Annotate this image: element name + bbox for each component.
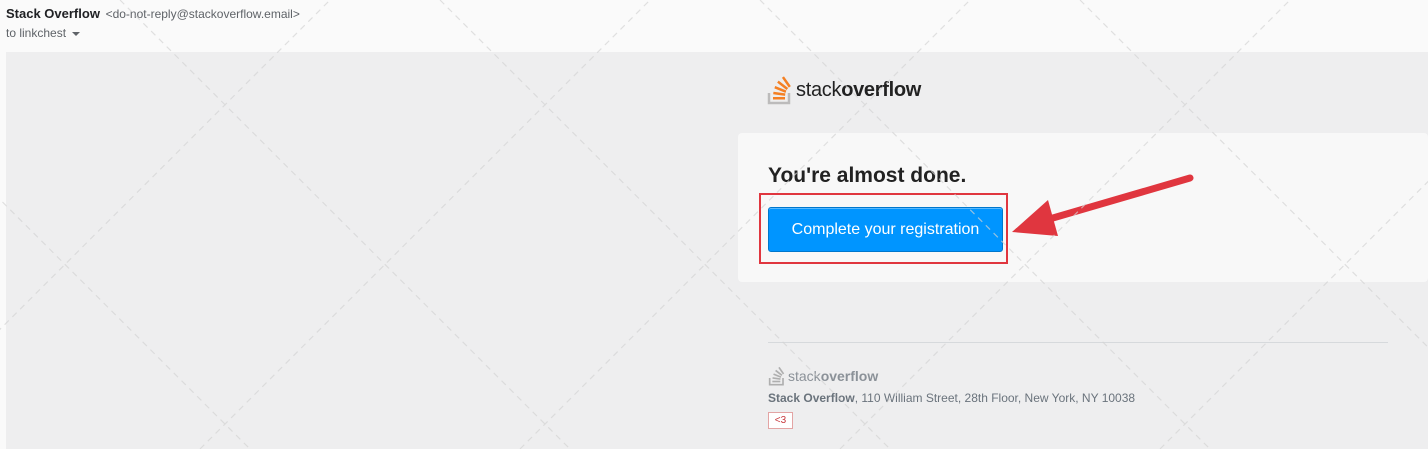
sender-email: <do-not-reply@stackoverflow.email> [105, 7, 300, 21]
footer-stackoverflow-logo-icon [768, 366, 785, 386]
sender-name: Stack Overflow [6, 6, 100, 21]
heart-link[interactable]: <3 [768, 412, 793, 429]
footer-logo: stackoverflow [768, 366, 878, 386]
recipient-details[interactable]: to linkchest [6, 26, 81, 40]
footer-logo-text: stackoverflow [788, 368, 878, 384]
footer-address-text: , 110 William Street, 28th Floor, New Yo… [854, 391, 1136, 405]
stackoverflow-logo: stackoverflow [767, 75, 921, 105]
footer-logo-text-light: stack [788, 368, 821, 384]
stackoverflow-logo-icon [767, 76, 791, 105]
logo-text-light: stack [796, 78, 842, 101]
recipient-label: to linkchest [6, 26, 67, 40]
footer-divider [768, 342, 1388, 343]
complete-registration-button[interactable]: Complete your registration [768, 207, 1003, 252]
logo-text: stackoverflow [796, 79, 921, 102]
sender[interactable]: Stack Overflow <do-not-reply@stackoverfl… [6, 6, 300, 21]
chevron-down-icon[interactable] [72, 32, 81, 36]
email-header: Stack Overflow <do-not-reply@stackoverfl… [0, 0, 1428, 52]
logo-text-bold: overflow [841, 78, 922, 101]
footer-company: Stack Overflow [768, 391, 855, 405]
headline: You're almost done. [768, 164, 967, 187]
footer-logo-text-bold: overflow [820, 368, 879, 384]
footer-address: Stack Overflow, 110 William Street, 28th… [768, 391, 1135, 405]
